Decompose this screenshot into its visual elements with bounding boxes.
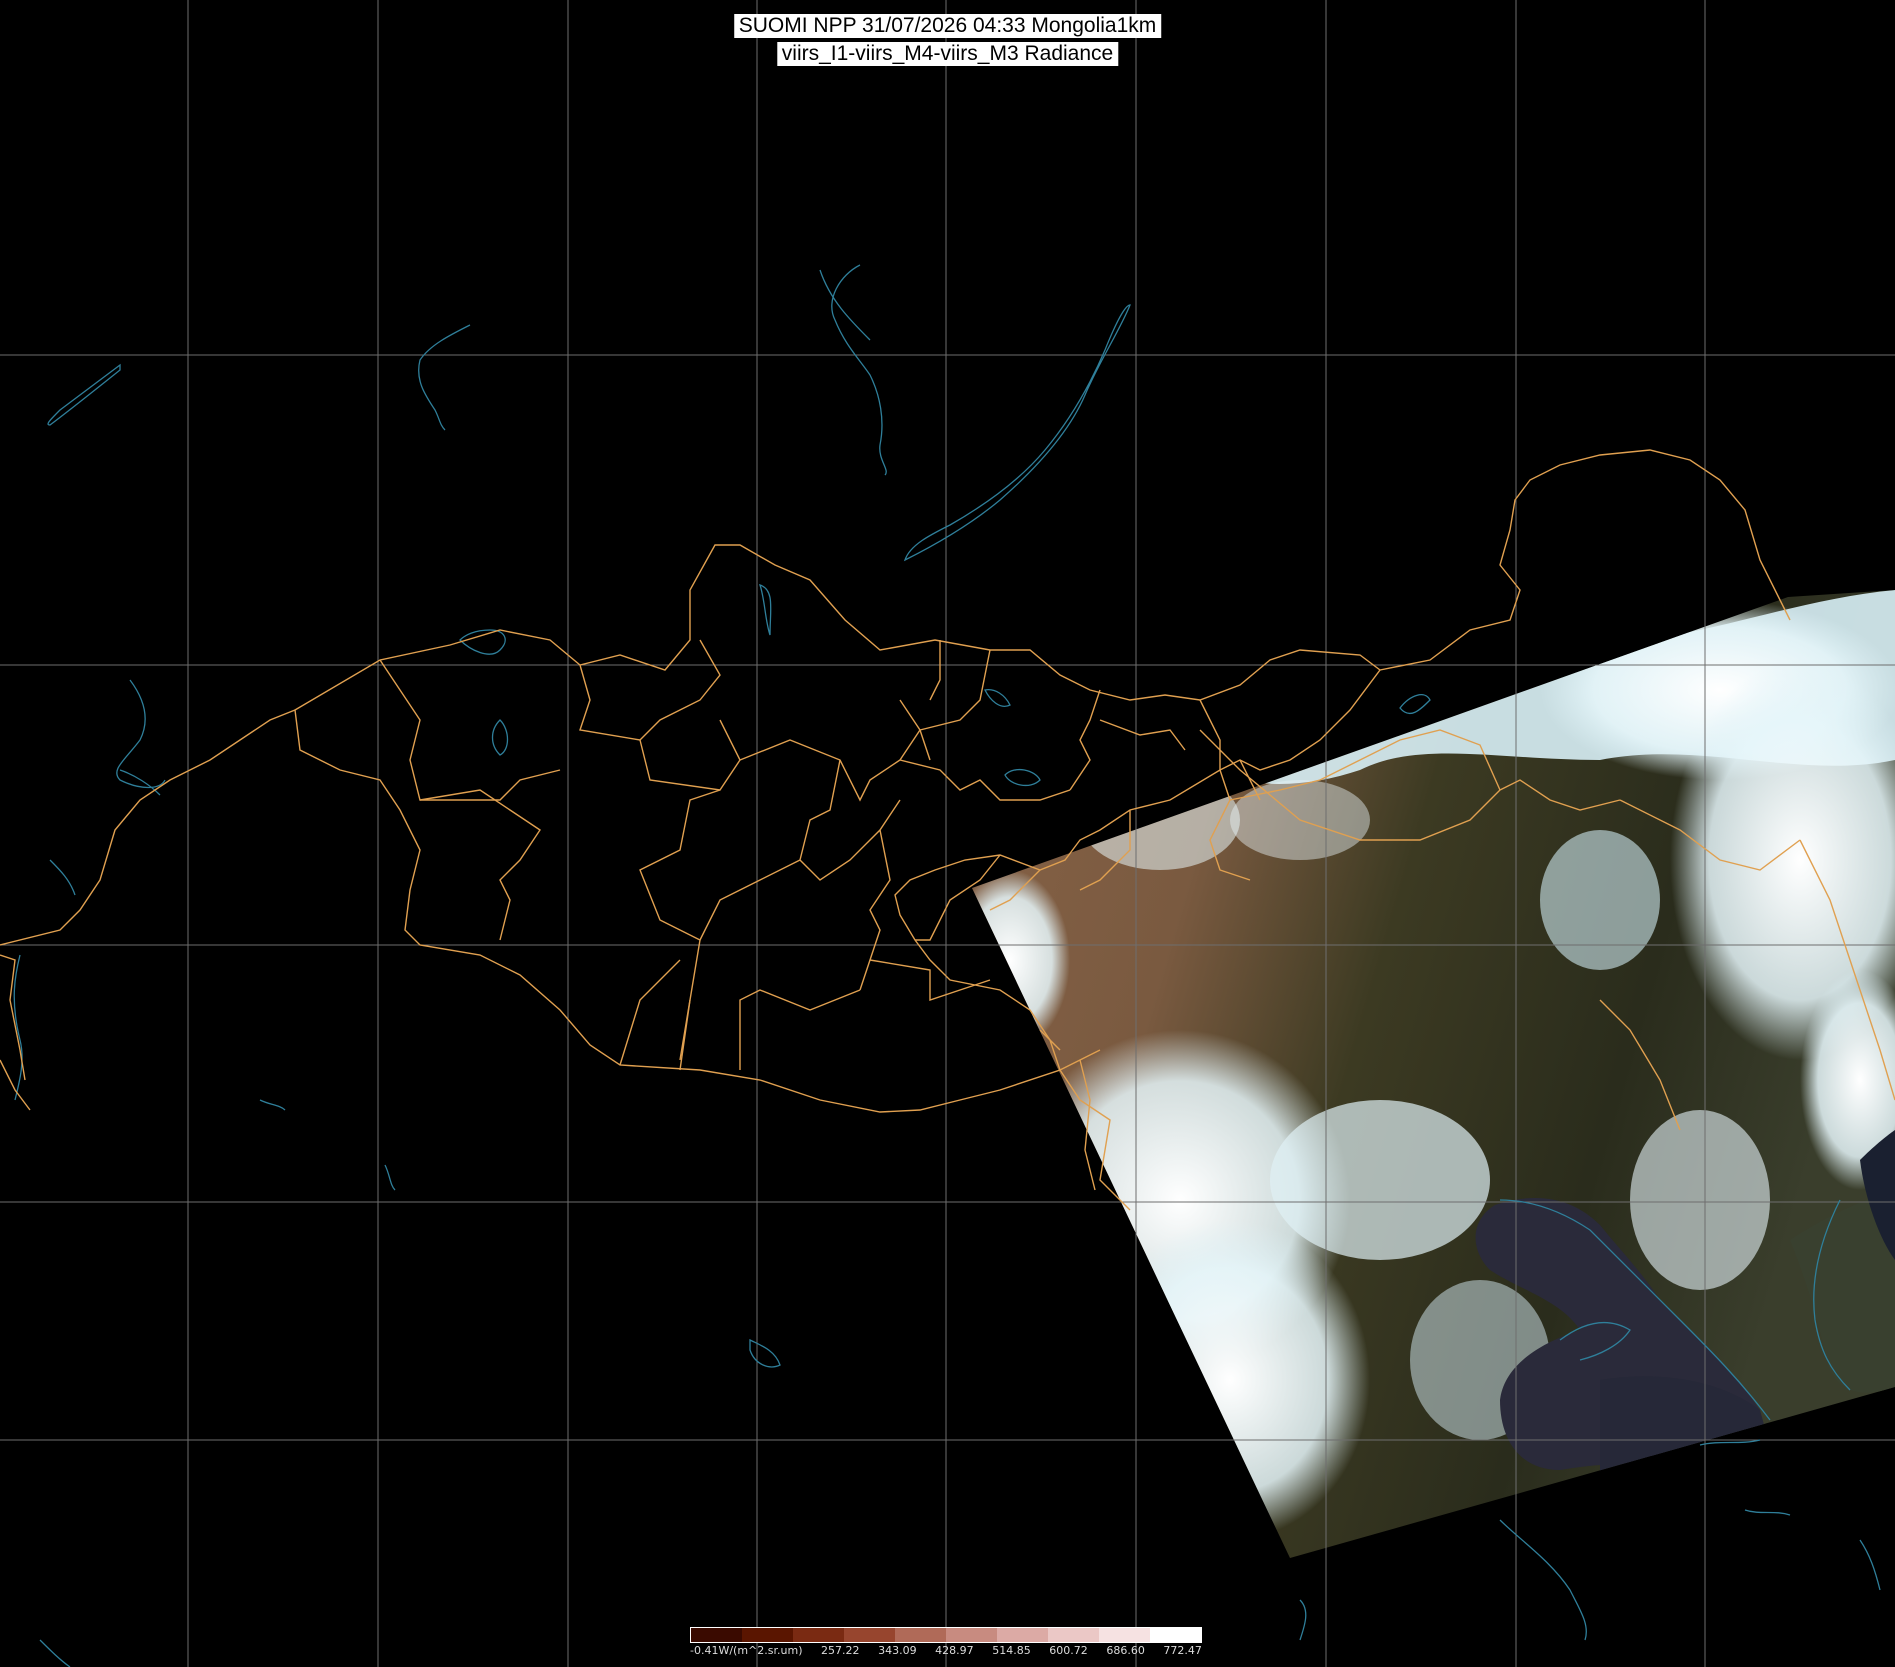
colorbar-cell [742,1628,793,1642]
colorbar-cell [946,1628,997,1642]
colorbar-cell [1099,1628,1150,1642]
colorbar-cell [793,1628,844,1642]
colorbar-cell [895,1628,946,1642]
colorbar-label: -0.41W/(m^2.sr.um) [690,1644,803,1657]
imagery-swath [972,590,1895,1558]
map-title-line-2: viirs_I1-viirs_M4-viirs_M3 Radiance [776,42,1119,66]
colorbar-labels: -0.41W/(m^2.sr.um) 257.22 343.09 428.97 … [690,1644,1202,1657]
colorbar-label: 428.97 [935,1644,974,1657]
colorbar-label: 772.47 [1163,1644,1202,1657]
colorbar-cell [1048,1628,1099,1642]
colorbar-label: 686.60 [1106,1644,1145,1657]
colorbar-cell [997,1628,1048,1642]
colorbar-cell [844,1628,895,1642]
colorbar-cell [1150,1628,1201,1642]
colorbar-label: 600.72 [1049,1644,1088,1657]
colorbar-label: 514.85 [992,1644,1031,1657]
colorbar-strip [690,1627,1202,1643]
map-title-line-1: SUOMI NPP 31/07/2026 04:33 Mongolia1km [733,14,1162,38]
colorbar-label: 343.09 [878,1644,917,1657]
colorbar-cell [691,1628,742,1642]
colorbar-label: 257.22 [821,1644,860,1657]
satellite-map [0,0,1895,1667]
colorbar-legend: -0.41W/(m^2.sr.um) 257.22 343.09 428.97 … [690,1627,1202,1657]
